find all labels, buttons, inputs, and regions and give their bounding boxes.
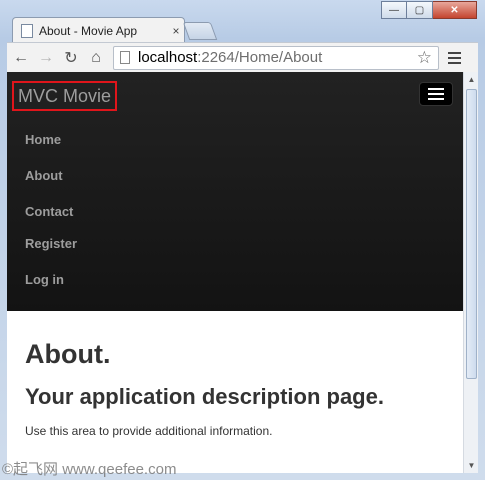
bookmark-star-icon[interactable]: ☆: [417, 48, 432, 68]
reload-icon[interactable]: ↻: [60, 47, 82, 69]
address-bar[interactable]: localhost:2264/Home/About ☆: [113, 45, 439, 70]
main-nav: Home About Contact: [25, 121, 73, 229]
scroll-up-icon[interactable]: ▲: [464, 72, 479, 87]
maximize-button[interactable]: ▢: [407, 1, 433, 19]
page-icon: [120, 51, 130, 64]
page-title: About.: [25, 339, 111, 369]
scroll-down-icon[interactable]: ▼: [464, 458, 479, 473]
browser-tab[interactable]: About - Movie App ×: [12, 17, 185, 43]
menu-icon[interactable]: [443, 47, 465, 69]
page-subtitle: Your application description page.: [25, 384, 384, 409]
close-tab-icon[interactable]: ×: [168, 24, 184, 38]
forward-icon[interactable]: →: [35, 47, 57, 69]
tab-title: About - Movie App: [39, 23, 138, 38]
navbar-toggle-button[interactable]: [419, 82, 453, 106]
minimize-button[interactable]: —: [381, 1, 407, 19]
url-path: :2264/Home/About: [197, 49, 323, 66]
site-navbar: MVC Movie Home About Contact Register Lo…: [7, 72, 463, 311]
page-icon: [21, 23, 33, 38]
back-icon[interactable]: ←: [10, 47, 32, 69]
nav-register[interactable]: Register: [25, 225, 77, 261]
page-content: About. Your application description page…: [7, 311, 463, 438]
url-host: localhost: [138, 49, 198, 66]
page-viewport: MVC Movie Home About Contact Register Lo…: [7, 72, 463, 473]
page-description: Use this area to provide additional info…: [25, 424, 273, 438]
auth-nav: Register Log in: [25, 225, 77, 297]
nav-about[interactable]: About: [25, 157, 73, 193]
browser-toolbar: ← → ↻ ⌂ localhost:2264/Home/About ☆: [7, 42, 478, 72]
vertical-scrollbar[interactable]: ▲ ▼: [463, 72, 478, 473]
close-window-button[interactable]: ✕: [433, 1, 477, 19]
nav-login[interactable]: Log in: [25, 261, 77, 297]
scroll-thumb[interactable]: [466, 89, 477, 379]
nav-home[interactable]: Home: [25, 121, 73, 157]
window-controls: — ▢ ✕: [381, 1, 477, 19]
watermark: ©起飞网 www.qeefee.com: [2, 461, 177, 478]
brand-link[interactable]: MVC Movie: [12, 81, 117, 111]
nav-contact[interactable]: Contact: [25, 193, 73, 229]
home-icon[interactable]: ⌂: [85, 47, 107, 69]
